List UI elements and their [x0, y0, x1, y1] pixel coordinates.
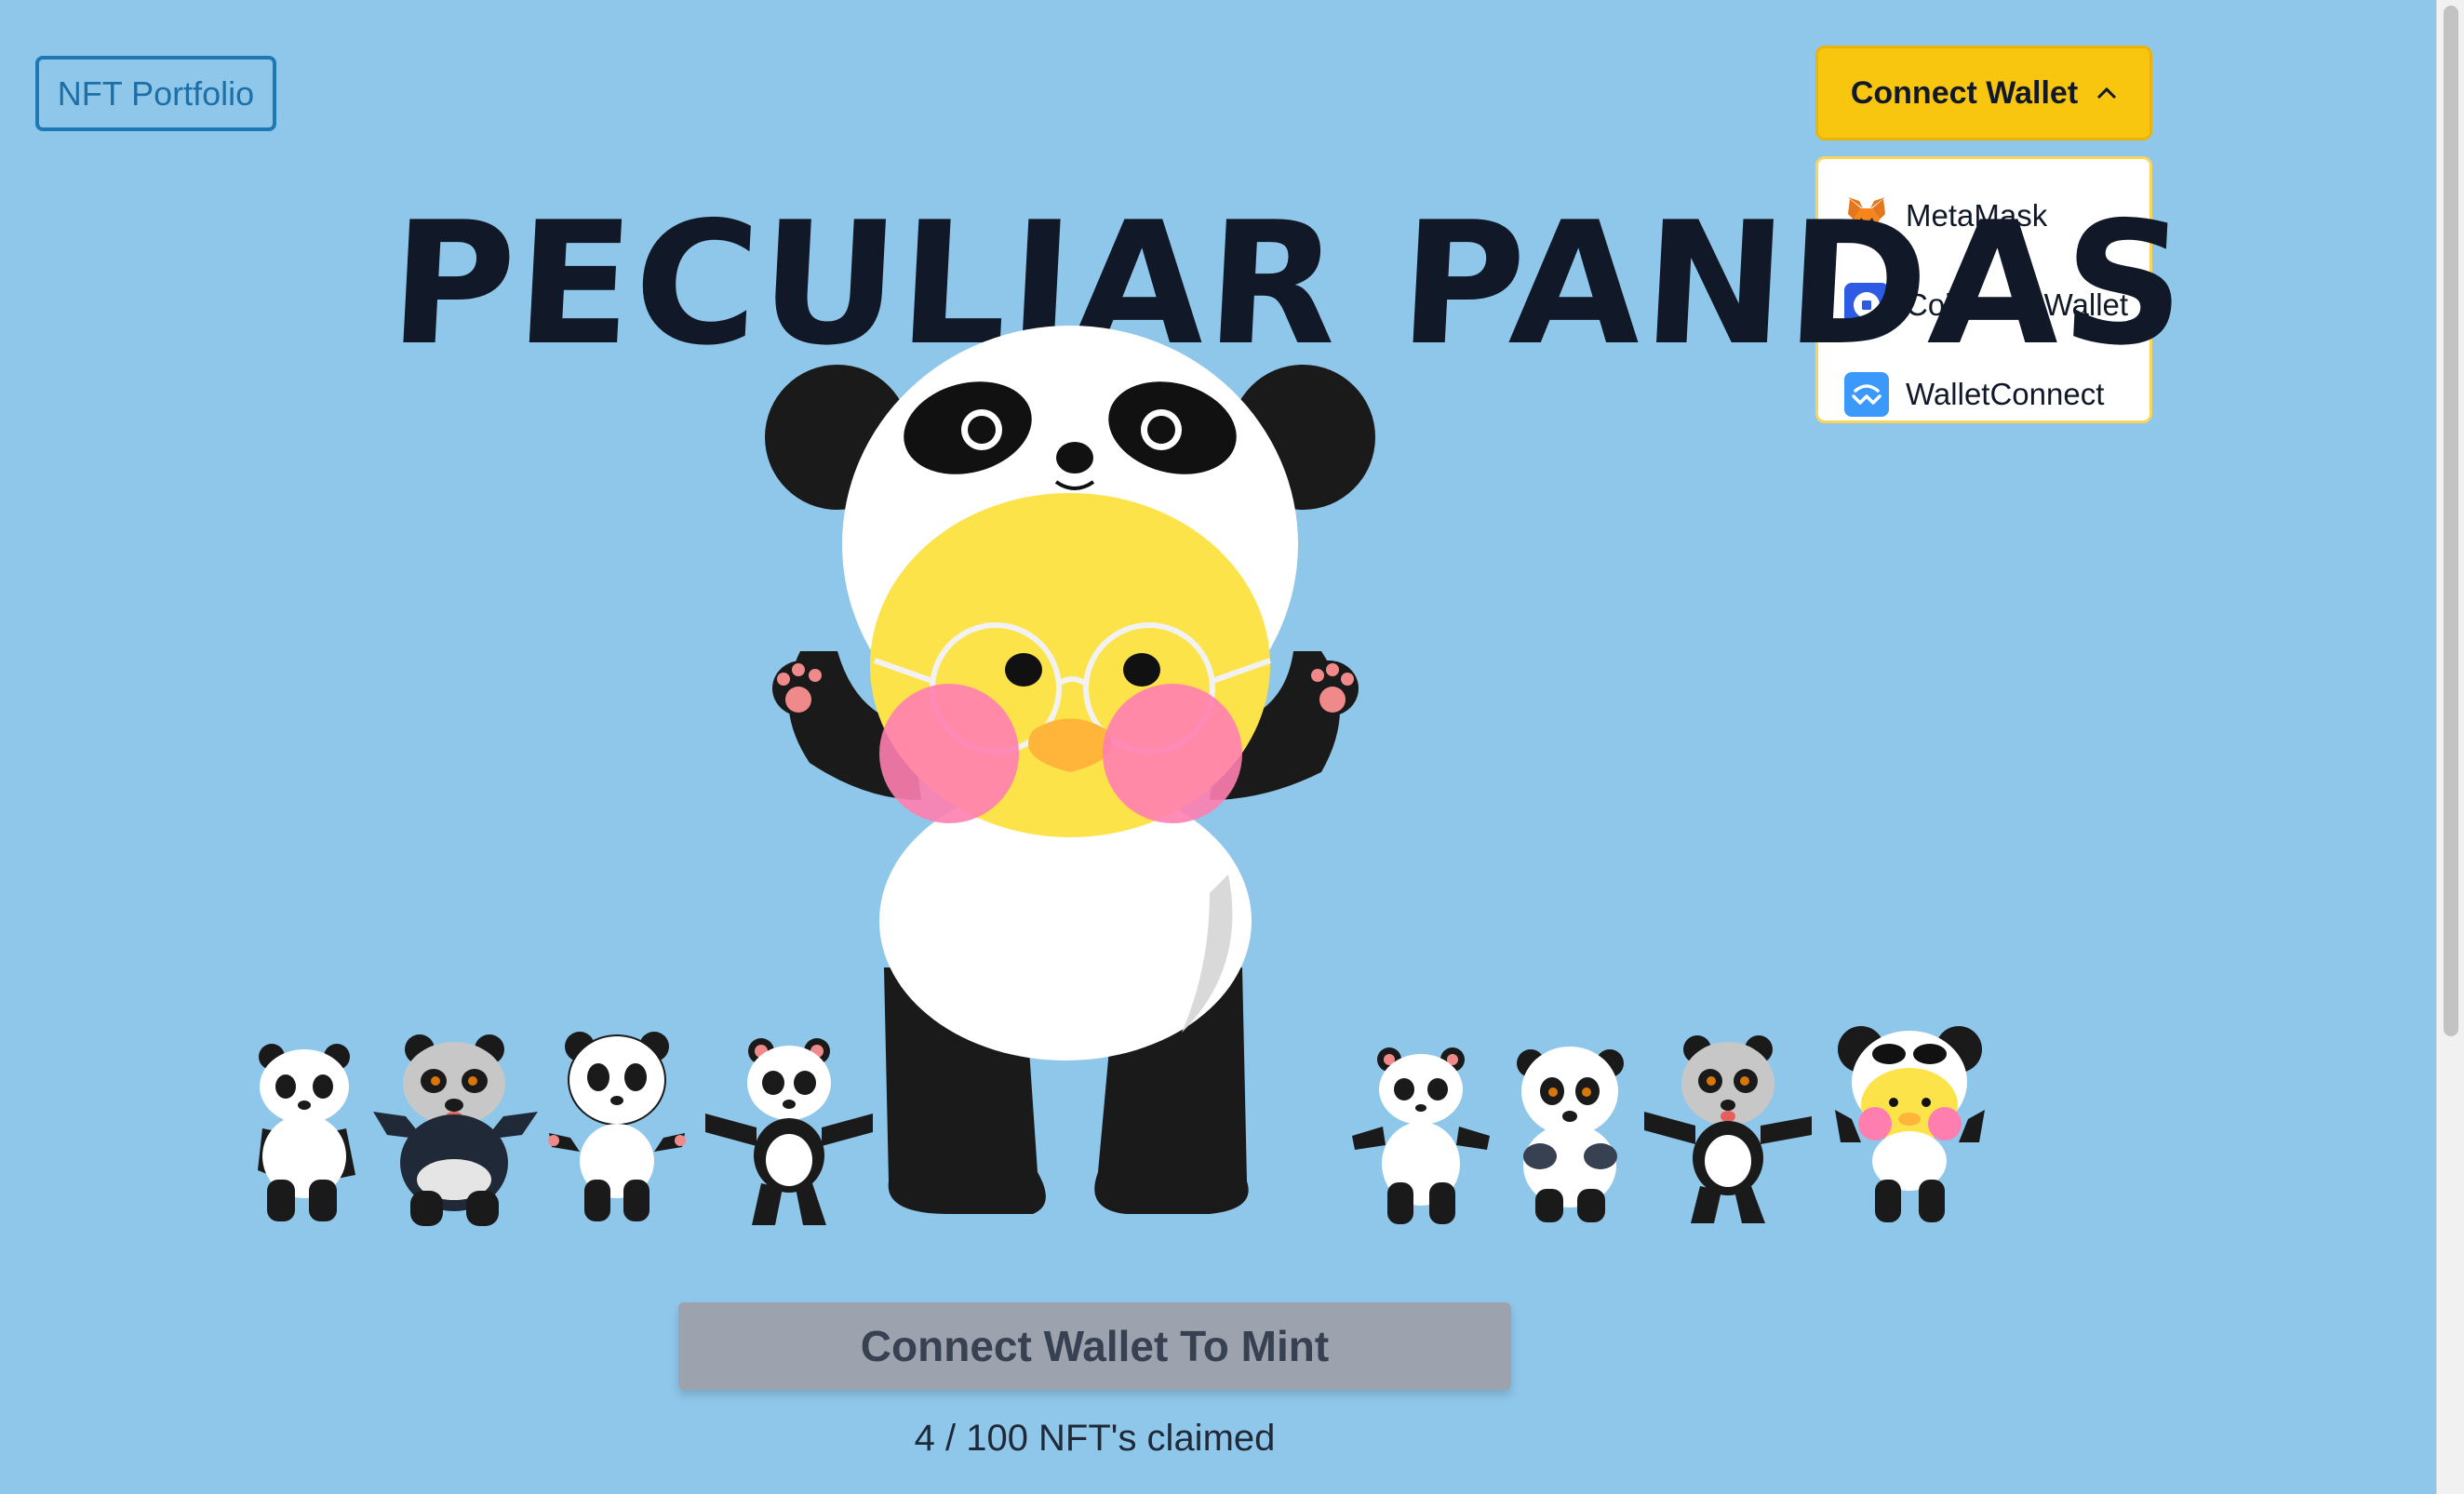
connect-wallet-label: Connect Wallet — [1850, 74, 2079, 111]
scrollbar-thumb[interactable] — [2444, 6, 2458, 1036]
nft-portfolio-label: NFT Portfolio — [57, 73, 255, 113]
chevron-up-icon — [2097, 87, 2117, 100]
page: NFT Portfolio Connect Wallet MetaMask Co… — [0, 0, 2464, 1494]
panda-figure — [548, 1032, 686, 1221]
panda-figure — [1352, 1047, 1490, 1224]
panda-duck-figure — [1835, 1026, 1985, 1222]
panda-figure — [1517, 1047, 1624, 1222]
claimed-count-text: 4 / 100 NFT's claimed — [914, 1418, 1276, 1459]
panda-figure — [1644, 1035, 1812, 1223]
panda-figure — [373, 1034, 538, 1226]
panda-figure — [705, 1038, 873, 1225]
nft-portfolio-button[interactable]: NFT Portfolio — [35, 56, 276, 131]
vertical-scrollbar[interactable] — [2436, 0, 2464, 1494]
mint-button-label: Connect Wallet To Mint — [860, 1322, 1330, 1370]
connect-wallet-to-mint-button[interactable]: Connect Wallet To Mint — [678, 1302, 1511, 1390]
panda-figure — [258, 1044, 355, 1221]
connect-wallet-button[interactable]: Connect Wallet — [1815, 46, 2152, 140]
